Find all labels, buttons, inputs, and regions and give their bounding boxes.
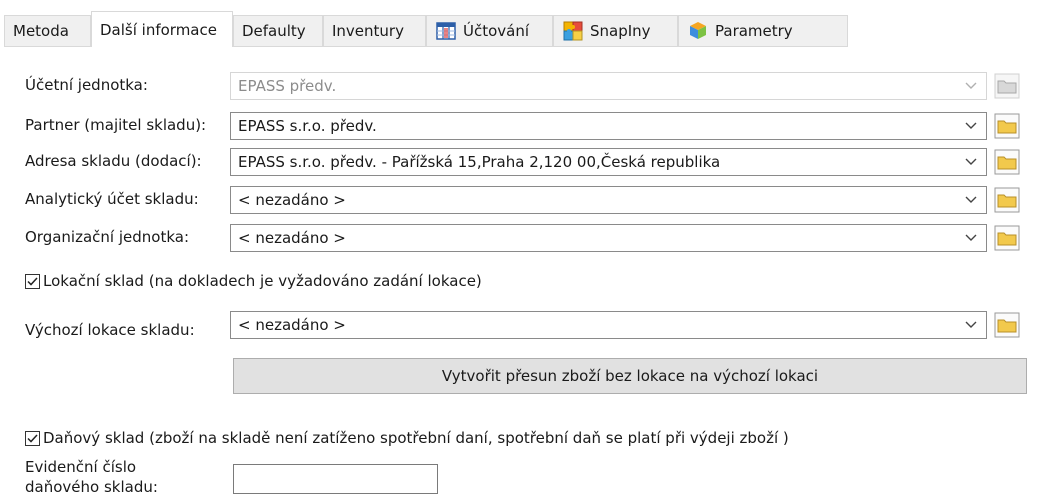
- default-location-label: Výchozí lokace skladu:: [25, 321, 195, 339]
- chevron-down-icon: [965, 82, 977, 89]
- tax-warehouse-label: Daňový sklad (zboží na skladě není zatíž…: [43, 429, 789, 447]
- chevron-down-icon: [965, 122, 977, 129]
- tax-number-label-line2: daňového skladu:: [25, 478, 158, 496]
- partner-value: EPASS s.r.o. předv.: [238, 117, 377, 135]
- location-warehouse-checkbox-row[interactable]: Lokační sklad (na dokladech je vyžadován…: [25, 272, 482, 290]
- create-move-button-label: Vytvořit přesun zboží bez lokace na vých…: [441, 367, 819, 385]
- tax-warehouse-checkbox-row[interactable]: Daňový sklad (zboží na skladě není zatíž…: [25, 429, 789, 447]
- tab-label: Parametry: [715, 22, 793, 40]
- puzzle-icon: [562, 20, 584, 42]
- accounting-unit-label: Účetní jednotka:: [25, 76, 148, 94]
- tab-uctovani[interactable]: Účtování: [426, 15, 553, 46]
- analytic-account-value: < nezadáno >: [238, 191, 346, 209]
- tab-label: Defaulty: [242, 22, 306, 40]
- tab-dalsi-informace[interactable]: Další informace: [91, 11, 233, 47]
- tab-metoda[interactable]: Metoda: [4, 15, 91, 46]
- create-move-button[interactable]: Vytvořit přesun zboží bez lokace na vých…: [233, 358, 1027, 394]
- folder-icon[interactable]: [994, 225, 1020, 251]
- org-unit-label: Organizační jednotka:: [25, 228, 190, 246]
- tab-label: Další informace: [100, 20, 217, 39]
- tab-label: Metoda: [13, 22, 69, 40]
- chevron-down-icon: [965, 196, 977, 203]
- cubes-icon: [687, 20, 709, 42]
- analytic-account-label: Analytický účet skladu:: [25, 190, 199, 208]
- default-location-value: < nezadáno >: [238, 316, 346, 334]
- analytic-account-select[interactable]: < nezadáno >: [230, 186, 987, 214]
- folder-icon[interactable]: [994, 73, 1020, 99]
- checkmark-icon: [27, 276, 38, 286]
- tax-number-input[interactable]: [233, 464, 438, 494]
- tab-bar: Metoda Další informace Defaulty Inventur…: [0, 0, 1044, 48]
- location-warehouse-label: Lokační sklad (na dokladech je vyžadován…: [43, 272, 482, 290]
- address-select[interactable]: EPASS s.r.o. předv. - Pařížská 15,Praha …: [230, 148, 987, 176]
- tab-defaulty[interactable]: Defaulty: [233, 15, 323, 46]
- location-warehouse-checkbox[interactable]: [25, 273, 40, 289]
- org-unit-select[interactable]: < nezadáno >: [230, 224, 987, 252]
- accounting-unit-select[interactable]: EPASS předv.: [230, 72, 987, 100]
- tab-snapiny[interactable]: SnapIny: [553, 15, 678, 46]
- grid-table-icon: [435, 20, 457, 42]
- address-value: EPASS s.r.o. předv. - Pařížská 15,Praha …: [238, 153, 721, 171]
- partner-label: Partner (majitel skladu):: [25, 116, 207, 134]
- tax-number-label-line1: Evidenční číslo: [25, 458, 137, 476]
- folder-icon[interactable]: [994, 187, 1020, 213]
- chevron-down-icon: [965, 158, 977, 165]
- tab-parametry[interactable]: Parametry: [678, 15, 848, 46]
- folder-icon[interactable]: [994, 312, 1020, 338]
- chevron-down-icon: [965, 321, 977, 328]
- folder-icon[interactable]: [994, 149, 1020, 175]
- tab-inventury[interactable]: Inventury: [323, 15, 426, 46]
- folder-icon[interactable]: [994, 113, 1020, 139]
- org-unit-value: < nezadáno >: [238, 229, 346, 247]
- tab-label: Účtování: [463, 22, 530, 40]
- default-location-select[interactable]: < nezadáno >: [230, 311, 987, 339]
- tab-label: SnapIny: [590, 22, 651, 40]
- tax-warehouse-checkbox[interactable]: [25, 430, 40, 446]
- accounting-unit-value: EPASS předv.: [238, 77, 337, 95]
- checkmark-icon: [27, 433, 38, 443]
- chevron-down-icon: [965, 234, 977, 241]
- address-label: Adresa skladu (dodací):: [25, 152, 202, 170]
- tab-label: Inventury: [332, 22, 404, 40]
- partner-select[interactable]: EPASS s.r.o. předv.: [230, 112, 987, 140]
